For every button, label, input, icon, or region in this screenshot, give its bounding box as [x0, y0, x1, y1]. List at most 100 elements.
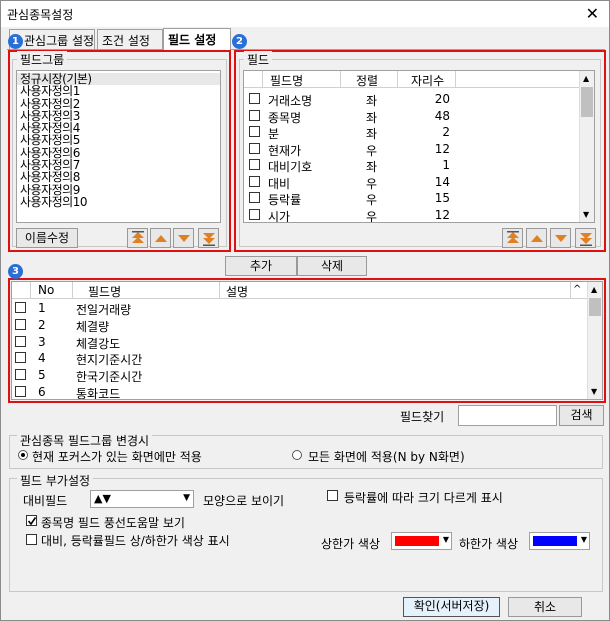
row-no-cell: 6	[38, 385, 46, 399]
delete-button[interactable]: 삭제	[297, 256, 367, 276]
radio-current-screen-label: 현재 포커스가 있는 화면에만 적용	[32, 450, 202, 464]
fields-scrollbar[interactable]: ▲ ▼	[579, 71, 594, 222]
row-checkbox[interactable]	[15, 335, 26, 347]
chevron-down-icon: ▼	[183, 493, 190, 503]
upper-color-picker[interactable]: ▼	[391, 532, 452, 550]
field-move-down-button[interactable]	[550, 228, 571, 248]
field-row[interactable]: 분 좌 2	[244, 124, 580, 141]
selected-field-row[interactable]: 1 전일거래량	[12, 300, 588, 317]
tooltip-label: 종목명 필드 풍선도움말 보기	[41, 516, 185, 530]
color-show-checkbox[interactable]	[26, 534, 37, 545]
row-checkbox[interactable]	[249, 93, 260, 104]
selected-field-row[interactable]: 2 체결량	[12, 317, 588, 334]
lower-color-picker[interactable]: ▼	[529, 532, 590, 550]
field-group-list[interactable]: 정규시장(기본) 사용자정의1 사용자정의2 사용자정의3 사용자정의4 사용자정의5 사용…	[16, 70, 221, 223]
field-row[interactable]: 대비 우 14	[244, 174, 580, 191]
header-field-name: 필드명	[88, 285, 122, 299]
field-group-item[interactable]: 사용자정의5	[17, 134, 220, 147]
selected-fields-list[interactable]: No 필드명 설명 ^ 1 전일거래량 2 체결량 3 체결강도 4 현지기준시간 5 한국기준시…	[11, 281, 603, 400]
row-checkbox[interactable]	[15, 352, 26, 364]
fields-header: 필드명 정렬 자리수	[244, 71, 580, 88]
field-move-up-button[interactable]	[526, 228, 547, 248]
row-checkbox[interactable]	[249, 142, 260, 154]
move-bottom-icon	[203, 233, 215, 246]
field-name-cell: 대비	[268, 176, 291, 191]
header-collapse-icon[interactable]: ^	[573, 284, 581, 295]
field-group-item[interactable]: 사용자정의1	[17, 85, 220, 98]
field-row[interactable]: 거래소명 좌 20	[244, 91, 580, 108]
selected-field-row[interactable]: 3 체결강도	[12, 334, 588, 351]
row-checkbox[interactable]	[249, 175, 260, 187]
rename-button[interactable]: 이름수정	[16, 228, 78, 248]
badge-2: 2	[232, 34, 247, 49]
cancel-button[interactable]: 취소	[508, 597, 582, 617]
tab-condition-settings[interactable]: 조건 설정	[97, 29, 163, 49]
move-top-button[interactable]	[127, 228, 148, 248]
radio-current-screen[interactable]	[18, 450, 28, 460]
move-up-button[interactable]	[150, 228, 171, 248]
move-bottom-icon	[580, 233, 592, 246]
field-align-cell: 우	[366, 176, 378, 191]
close-icon[interactable]: ✕	[586, 4, 599, 23]
field-row[interactable]: 시가 우 12	[244, 207, 580, 222]
size-by-rate-label: 등락률에 따라 크기 다르게 표시	[344, 491, 503, 505]
selected-field-row[interactable]: 5 한국기준시간	[12, 367, 588, 384]
row-checkbox[interactable]	[249, 208, 260, 220]
field-move-bottom-button[interactable]	[575, 228, 596, 248]
field-row[interactable]: 대비기호 좌 1	[244, 157, 580, 174]
selected-scrollbar[interactable]: ▲ ▼	[587, 282, 602, 399]
tab-label: 필드 설정	[168, 33, 217, 47]
radio-all-screens[interactable]	[292, 450, 302, 460]
row-checkbox[interactable]	[15, 369, 26, 381]
header-no: No	[38, 283, 55, 297]
compare-shape-select[interactable]: ▲▼ ▼	[90, 490, 194, 508]
row-checkbox[interactable]	[249, 159, 260, 170]
selected-field-row[interactable]: 6 통화코드	[12, 384, 588, 399]
scroll-thumb[interactable]	[589, 298, 601, 316]
selected-field-row[interactable]: 4 현지기준시간	[12, 350, 588, 367]
row-checkbox[interactable]	[15, 386, 26, 397]
size-by-rate-checkbox[interactable]	[327, 490, 338, 501]
row-field-name-cell: 현지기준시간	[76, 353, 143, 368]
field-name-cell: 종목명	[268, 110, 302, 125]
field-row[interactable]: 등락률 우 15	[244, 190, 580, 207]
check-icon	[27, 517, 37, 526]
scroll-down-icon[interactable]: ▼	[583, 210, 589, 219]
field-row[interactable]: 현재가 우 12	[244, 141, 580, 158]
scroll-down-icon[interactable]: ▼	[591, 387, 597, 396]
field-name-cell: 대비기호	[268, 160, 313, 174]
row-field-name-cell: 전일거래량	[76, 303, 132, 317]
field-group-item[interactable]: 사용자정의8	[17, 171, 220, 184]
compare-shape-value: ▲▼	[94, 492, 111, 505]
row-checkbox[interactable]	[249, 109, 260, 121]
move-down-button[interactable]	[173, 228, 194, 248]
field-group-item[interactable]: 사용자정의10	[17, 196, 220, 209]
move-bottom-button[interactable]	[198, 228, 219, 248]
fields-list[interactable]: 필드명 정렬 자리수 거래소명 좌 20 종목명 좌 48 분 좌 2 현재가 우 12 대비기호 좌 1 대…	[243, 70, 595, 223]
scroll-up-icon[interactable]: ▲	[583, 74, 589, 83]
search-button[interactable]: 검색	[559, 405, 604, 426]
find-field-input[interactable]	[458, 405, 557, 426]
row-checkbox[interactable]	[15, 302, 26, 313]
field-move-top-button[interactable]	[502, 228, 523, 248]
field-name-cell: 분	[268, 127, 280, 141]
ok-save-button[interactable]: 확인(서버저장)	[403, 597, 500, 617]
row-checkbox[interactable]	[249, 192, 260, 203]
window-title: 관심종목설정	[7, 8, 74, 22]
field-digits-cell: 48	[434, 108, 450, 123]
add-button[interactable]: 추가	[225, 256, 297, 276]
tab-field-settings[interactable]: 필드 설정	[163, 28, 231, 50]
scroll-thumb[interactable]	[581, 87, 593, 117]
field-name-cell: 현재가	[268, 143, 302, 158]
tab-label: 관심그룹 설정	[24, 34, 95, 48]
color-show-label: 대비, 등락률필드 상/하한가 색상 표시	[41, 534, 230, 548]
tooltip-checkbox[interactable]	[26, 515, 37, 526]
move-down-icon	[555, 235, 567, 242]
field-align-cell: 좌	[366, 160, 378, 174]
field-row[interactable]: 종목명 좌 48	[244, 108, 580, 125]
tab-label: 조건 설정	[102, 34, 150, 48]
row-checkbox[interactable]	[15, 318, 26, 330]
row-checkbox[interactable]	[249, 126, 260, 137]
row-field-name-cell: 체결량	[76, 319, 110, 334]
scroll-up-icon[interactable]: ▲	[591, 285, 597, 294]
